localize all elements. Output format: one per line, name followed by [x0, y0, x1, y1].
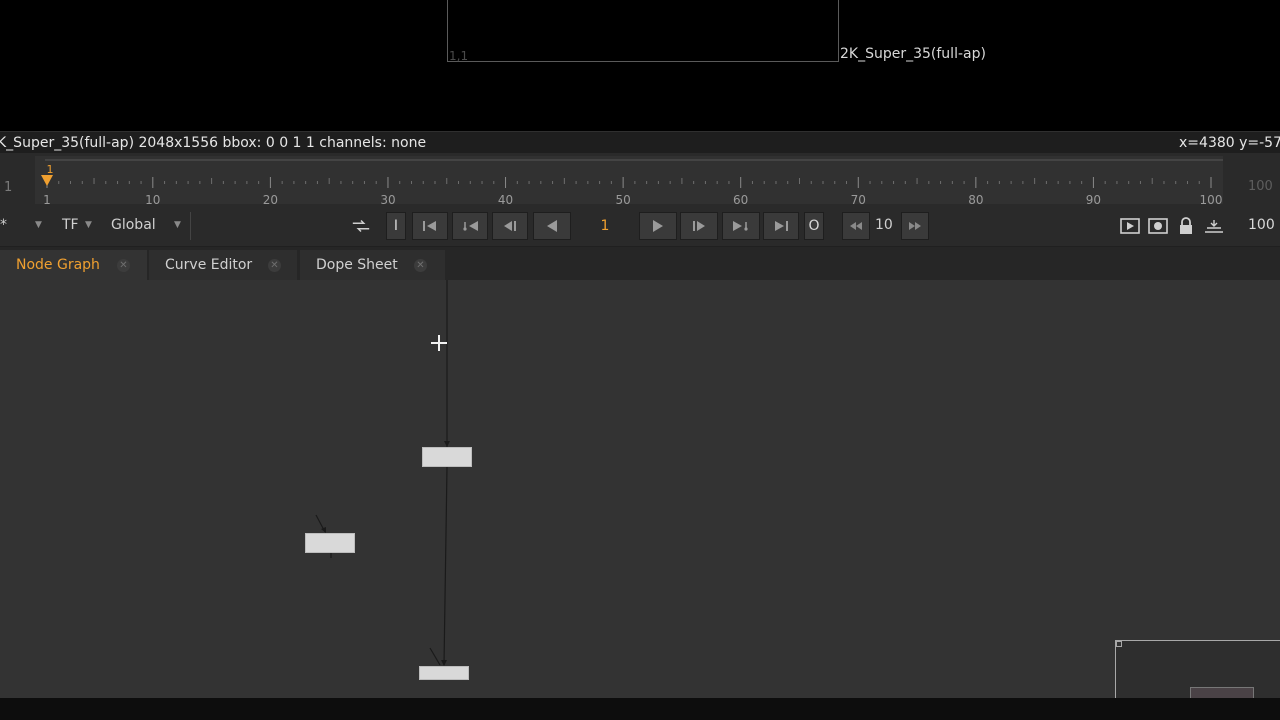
- cursor-coordinates: x=4380 y=-57: [1179, 135, 1280, 151]
- close-icon[interactable]: ✕: [414, 258, 427, 272]
- next-frame-button[interactable]: [680, 212, 718, 240]
- timeline-tick-label: 1: [43, 193, 51, 207]
- viewer-info-bar: K_Super_35(full-ap) 2048x1556 bbox: 0 0 …: [0, 131, 1280, 154]
- navigator-viewport[interactable]: [1190, 687, 1254, 698]
- format-label: 2K_Super_35(full-ap): [840, 46, 986, 62]
- tab-node-graph[interactable]: Node Graph ✕: [0, 250, 147, 280]
- first-frame-button[interactable]: [412, 212, 448, 240]
- frame-range-icon[interactable]: [1204, 217, 1224, 235]
- navigator-handle[interactable]: [1116, 641, 1122, 647]
- node[interactable]: [305, 533, 355, 553]
- timeline-tick-label: 10: [145, 193, 160, 207]
- play-forward-button[interactable]: [639, 212, 677, 240]
- tab-dope-sheet-label: Dope Sheet: [316, 257, 398, 273]
- node[interactable]: [422, 447, 472, 467]
- frame-increment-field[interactable]: 10: [875, 217, 893, 233]
- current-frame-field[interactable]: 1: [576, 212, 634, 240]
- timeline-tick-label: 90: [1086, 193, 1101, 207]
- tab-curve-editor[interactable]: Curve Editor ✕: [149, 250, 297, 280]
- timeline-tick-label: 20: [263, 193, 278, 207]
- separator: [190, 212, 191, 240]
- tab-curve-editor-label: Curve Editor: [165, 257, 253, 273]
- corner-coordinate: 1,1: [449, 49, 469, 63]
- fps-dropdown-icon[interactable]: ▼: [35, 220, 42, 230]
- previous-keyframe-button[interactable]: [452, 212, 488, 240]
- play-backward-button[interactable]: [533, 212, 571, 240]
- tab-dope-sheet[interactable]: Dope Sheet ✕: [300, 250, 445, 280]
- flipbook-icon[interactable]: [1120, 217, 1140, 235]
- record-icon[interactable]: [1148, 217, 1168, 235]
- timeline-tick-label: 70: [851, 193, 866, 207]
- format-info: K_Super_35(full-ap) 2048x1556 bbox: 0 0 …: [0, 135, 427, 151]
- tab-node-graph-label: Node Graph: [16, 257, 100, 273]
- global-dropdown-icon[interactable]: ▼: [174, 220, 181, 230]
- previous-frame-button[interactable]: [492, 212, 528, 240]
- timeline[interactable]: 1 1 10 20 30 40 50 60 70 80 90 100 1 100: [0, 153, 1280, 208]
- playback-mode-icon[interactable]: [351, 217, 371, 235]
- skip-forward-button[interactable]: [901, 212, 929, 240]
- last-frame-button[interactable]: [763, 212, 799, 240]
- panel-tab-bar: Node Graph ✕ Curve Editor ✕ Dope Sheet ✕: [0, 247, 1280, 280]
- fps-field[interactable]: *: [0, 217, 7, 233]
- close-icon[interactable]: ✕: [117, 258, 130, 272]
- playhead-marker[interactable]: [41, 175, 53, 186]
- timeline-tick-label: 80: [968, 193, 983, 207]
- lock-icon[interactable]: [1176, 217, 1196, 235]
- tf-dropdown[interactable]: TF: [62, 217, 79, 233]
- transport-bar: * ▼ TF ▼ Global ▼ I 1 O 10 100: [0, 208, 1280, 247]
- set-in-point-button[interactable]: I: [386, 212, 406, 240]
- playhead-frame-label: 1: [47, 163, 54, 176]
- timeline-tick-label: 100: [1200, 193, 1223, 207]
- viewer[interactable]: 1,1 2K_Super_35(full-ap): [0, 0, 1280, 131]
- timeline-tick-label: 60: [733, 193, 748, 207]
- timeline-tick-label: 30: [380, 193, 395, 207]
- status-bar: [0, 698, 1280, 720]
- node-connections: [315, 280, 450, 666]
- global-dropdown[interactable]: Global: [111, 217, 156, 233]
- next-keyframe-button[interactable]: [722, 212, 760, 240]
- node-graph-canvas[interactable]: [0, 280, 1280, 698]
- tf-dropdown-icon[interactable]: ▼: [85, 220, 92, 230]
- end-frame-field[interactable]: 100: [1248, 217, 1275, 233]
- graph-navigator[interactable]: [1115, 640, 1280, 698]
- timeline-tick-label: 50: [615, 193, 630, 207]
- set-out-point-button[interactable]: O: [804, 212, 824, 240]
- format-frame: [447, 0, 839, 62]
- timeline-end-frame[interactable]: 100: [1248, 179, 1273, 194]
- timeline-tick-label: 40: [498, 193, 513, 207]
- timeline-ticks: 1 10 20 30 40 50 60 70 80 90 100 1: [41, 163, 1223, 207]
- node[interactable]: [419, 666, 469, 680]
- close-icon[interactable]: ✕: [268, 258, 281, 272]
- skip-backward-button[interactable]: [842, 212, 870, 240]
